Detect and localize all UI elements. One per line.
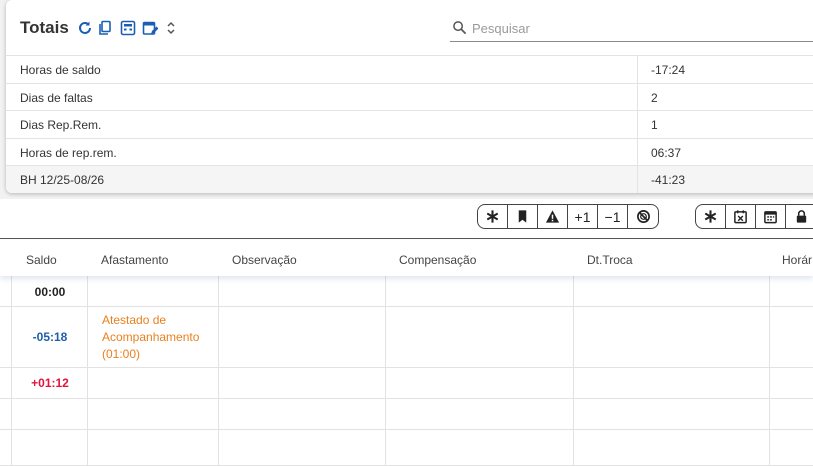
column-header-dt-troca[interactable]: Dt.Troca [587,253,633,267]
calendar-button[interactable] [756,205,786,228]
search-field[interactable] [450,14,813,42]
column-header-compensacao[interactable]: Compensação [399,253,476,267]
column-header-horario[interactable]: Horár [782,253,812,267]
totals-card: Totais Horas de saldo -17:24 Dias [6,0,813,193]
warning-button[interactable] [538,205,568,228]
afastamento-cell: Atestado de Acompanhamento (01:00) [102,313,200,361]
minus-one-button[interactable]: −1 [598,205,628,228]
table-row[interactable]: +01:12 [0,368,813,399]
no-alarm-button[interactable] [628,205,658,228]
plus-one-button[interactable]: +1 [568,205,598,228]
total-label: Dias Rep.Rem. [20,118,102,133]
timesheet-panel: +1 −1 Saldo Afastamento Observação Compe… [0,199,813,466]
table-row: Dias Rep.Rem. 1 [6,110,813,138]
table-row: Horas de saldo -17:24 [6,55,813,83]
search-icon [452,20,467,35]
warning-icon [545,210,560,223]
total-value: 2 [637,83,658,111]
no-alarm-icon [636,210,650,223]
asterisk-button[interactable] [478,205,508,228]
sort-icon[interactable] [163,20,179,36]
column-header-observacao[interactable]: Observação [232,253,297,267]
total-value: -17:24 [637,56,685,83]
asterisk-icon [704,210,717,223]
table-row: Dias de faltas 2 [6,82,813,111]
lock-icon [796,210,806,223]
calendar-remove-button[interactable] [726,205,756,228]
totals-title: Totais [20,18,69,37]
total-label: BH 12/25-08/26 [20,173,105,188]
calendar-edit-icon[interactable] [142,20,158,36]
saldo-cell: 00:00 [34,285,66,299]
totals-table: Horas de saldo -17:24 Dias de faltas 2 D… [6,55,813,193]
search-input[interactable] [472,17,802,39]
total-label: Horas de rep.rem. [20,145,117,160]
table-row[interactable]: 00:00 [0,276,813,307]
table-row[interactable] [0,399,813,430]
total-value: -41:23 [637,166,685,193]
table-row: Horas de rep.rem. 06:37 [6,137,813,166]
copy-icon[interactable] [97,20,113,36]
total-value: 1 [637,111,658,138]
grid-header: Saldo Afastamento Observação Compensação… [0,240,813,276]
asterisk-icon [486,210,499,223]
calendar-icon [764,211,777,224]
table-row[interactable] [0,430,813,466]
asterisk-button[interactable] [696,205,726,228]
calendar-x-icon [734,210,747,224]
table-row: BH 12/25-08/26 -41:23 [6,165,813,193]
saldo-cell: -05:18 [32,330,68,344]
toolbar-divider [0,238,813,239]
refresh-icon[interactable] [77,20,93,36]
calculator-icon[interactable] [120,20,136,36]
total-label: Dias de faltas [20,90,93,105]
toolbar-group-calendar [695,204,813,229]
saldo-cell: +01:12 [31,376,69,390]
column-header-afastamento[interactable]: Afastamento [101,253,168,267]
bookmark-icon [518,210,527,223]
lock-button[interactable] [786,205,813,228]
bookmark-button[interactable] [508,205,538,228]
totals-header: Totais [6,0,813,56]
total-value: 06:37 [637,138,681,166]
grid-body: 00:00 -05:18 Atestado de Acompanhamento … [0,276,813,466]
table-row[interactable]: -05:18 Atestado de Acompanhamento (01:00… [0,307,813,368]
toolbar-group-actions: +1 −1 [477,204,659,229]
column-header-saldo[interactable]: Saldo [26,253,57,267]
total-label: Horas de saldo [20,63,101,77]
